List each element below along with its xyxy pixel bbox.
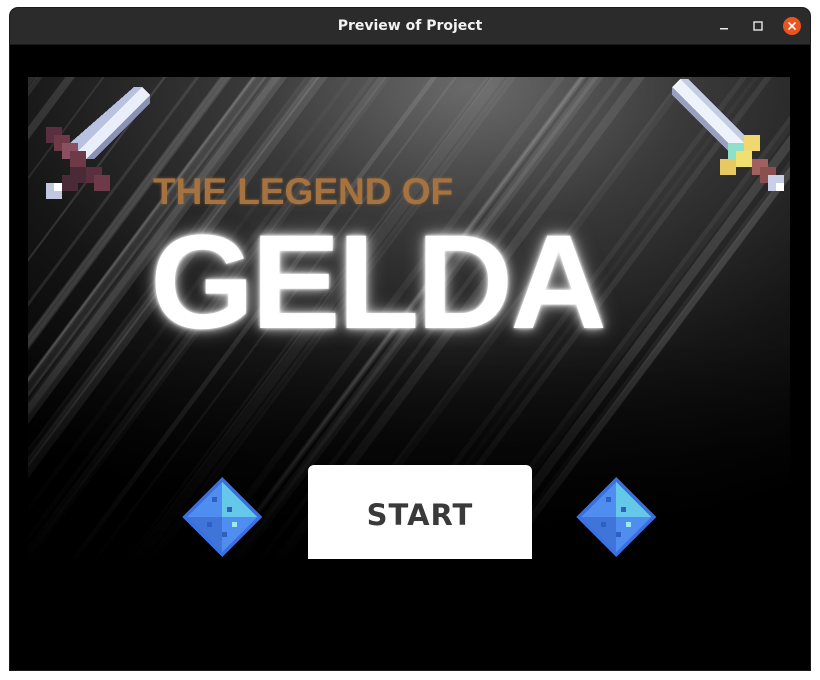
gem-icon [182,477,262,557]
start-button-label: START [366,497,474,532]
game-canvas[interactable]: THE LEGEND OF GELDA START [28,77,790,559]
start-button[interactable]: START [308,465,532,559]
sword-icon [672,79,784,191]
close-button[interactable] [782,16,802,36]
close-circle [783,17,801,35]
app-window: Preview of Project THE LEGEND OF GELDA S… [10,8,810,670]
title-bar[interactable]: Preview of Project [10,8,810,45]
game-title: GELDA [150,208,607,357]
close-icon [788,22,796,30]
maximize-icon [753,21,763,31]
minimize-button[interactable] [714,16,734,36]
window-title: Preview of Project [337,18,483,34]
gem-icon [576,477,656,557]
maximize-button[interactable] [748,16,768,36]
minimize-icon [720,28,728,30]
sword-icon [46,87,150,199]
